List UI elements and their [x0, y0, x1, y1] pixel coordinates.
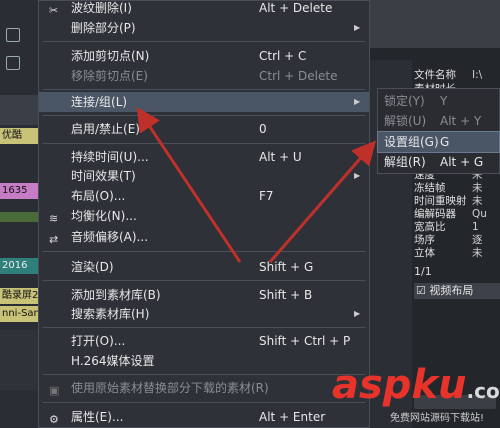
track-header — [0, 95, 40, 125]
submenu-item-unlock[interactable]: 解锁(U) Alt + Y — [378, 111, 499, 131]
submenu-arrow-icon: ▶ — [354, 23, 361, 32]
replace-icon: ▣ — [49, 384, 60, 397]
menu-item-equalize[interactable]: ≋ 均衡化(N)... — [39, 206, 369, 226]
track-clip-3[interactable]: 2016 — [0, 258, 40, 274]
timeline-panel: 优酷 1635 2016 酷录屏20 nni-Sant — [0, 0, 40, 428]
track-clip-2[interactable]: 1635 — [0, 183, 40, 199]
menu-item-audio-offset[interactable]: ⇄ 音频偏移(A)... — [39, 227, 369, 247]
menu-item-remove-cut[interactable]: 移除剪切点(E) Ctrl + Delete — [39, 66, 369, 86]
menu-separator — [43, 41, 365, 42]
prop-row: 编解码器 Qu — [414, 208, 487, 220]
prop-row: 立体未 — [414, 247, 483, 259]
submenu-item-set-group[interactable]: 设置组(G) G — [377, 131, 500, 153]
watermark-logo: aspku.com — [332, 362, 500, 408]
menu-item-delete-part[interactable]: 删除部分(P) ▶ — [39, 18, 369, 38]
menu-separator — [43, 251, 365, 252]
menu-item-time-effect[interactable]: 时间效果(T) ▶ — [39, 166, 369, 186]
menu-item-properties[interactable]: ⚙ 属性(E)... Alt + Enter — [39, 407, 369, 427]
context-menu: ✂ 波纹删除(I) Alt + Delete 删除部分(P) ▶ 添加剪切点(N… — [38, 0, 370, 428]
properties-icon: ⚙ — [49, 413, 59, 426]
menu-separator — [43, 280, 365, 281]
site-watermark: aspku.com 免费网站源码下载站! — [332, 364, 500, 428]
submenu-arrow-icon: ▶ — [354, 309, 361, 318]
submenu-item-lock[interactable]: 锁定(Y) Y — [378, 91, 499, 111]
track-empty — [0, 330, 40, 390]
panel-toolbar — [370, 0, 500, 48]
prop-row: 场序逐 — [414, 234, 483, 246]
menu-item-layout[interactable]: 布局(O)... F7 — [39, 186, 369, 206]
menu-item-replace-source[interactable]: ▣ 使用原始素材替换部分下载的素材(R) — [39, 378, 369, 398]
equalizer-icon: ≋ — [49, 212, 59, 225]
menu-item-ripple-delete[interactable]: ✂ 波纹删除(I) Alt + Delete — [39, 0, 369, 18]
menu-item-render[interactable]: 渲染(D) Shift + G — [39, 257, 369, 277]
prop-row: 文件名称 I:\ — [414, 69, 483, 81]
menu-item-open[interactable]: 打开(O)... Shift + Ctrl + P — [39, 331, 369, 351]
audio-offset-icon: ⇄ — [49, 233, 59, 246]
copy-icon[interactable] — [6, 56, 20, 70]
submenu-arrow-icon: ▶ — [354, 171, 361, 180]
menu-item-add-cut[interactable]: 添加剪切点(N) Ctrl + C — [39, 46, 369, 66]
prop-row: 时间重映射未 — [414, 195, 483, 207]
menu-item-add-to-bin[interactable]: 添加到素材库(B) Shift + B — [39, 285, 369, 305]
submenu-arrow-icon: ▶ — [354, 97, 361, 106]
link-group-submenu: 锁定(Y) Y 解锁(U) Alt + Y 设置组(G) G 解组(R) Alt… — [377, 88, 500, 174]
menu-item-h264-settings[interactable]: H.264媒体设置 — [39, 351, 369, 371]
menu-item-duration[interactable]: 持续时间(U)... Alt + U — [39, 147, 369, 167]
menu-separator — [43, 327, 365, 328]
prop-row: 冻结帧未 — [414, 182, 483, 194]
watermark-tagline: 免费网站源码下载站! — [390, 413, 485, 424]
menu-separator — [43, 143, 365, 144]
menu-separator — [43, 89, 365, 90]
layout-list-item[interactable]: ☑ 视频布局 — [414, 283, 500, 299]
menu-item-link-group[interactable]: 连接/组(L) ▶ — [39, 92, 369, 112]
track-clip-bar[interactable] — [0, 212, 40, 222]
prop-row: 宽高比 1 — [414, 221, 479, 233]
track-clip-1[interactable]: 优酷 — [0, 128, 40, 144]
menu-item-search-bin[interactable]: 搜索素材库(H) ▶ — [39, 304, 369, 324]
submenu-item-ungroup[interactable]: 解组(R) Alt + G — [378, 152, 499, 172]
menu-separator — [43, 374, 365, 375]
track-clip-5[interactable]: nni-Sant — [0, 306, 40, 322]
menu-separator — [43, 402, 365, 403]
menu-item-enable-disable[interactable]: 启用/禁止(E) 0 — [39, 119, 369, 139]
page-indicator: 1/1 — [414, 265, 432, 278]
menu-separator — [43, 115, 365, 116]
track-clip-4[interactable]: 酷录屏20 — [0, 288, 40, 304]
toolbar-icon[interactable] — [6, 28, 20, 42]
